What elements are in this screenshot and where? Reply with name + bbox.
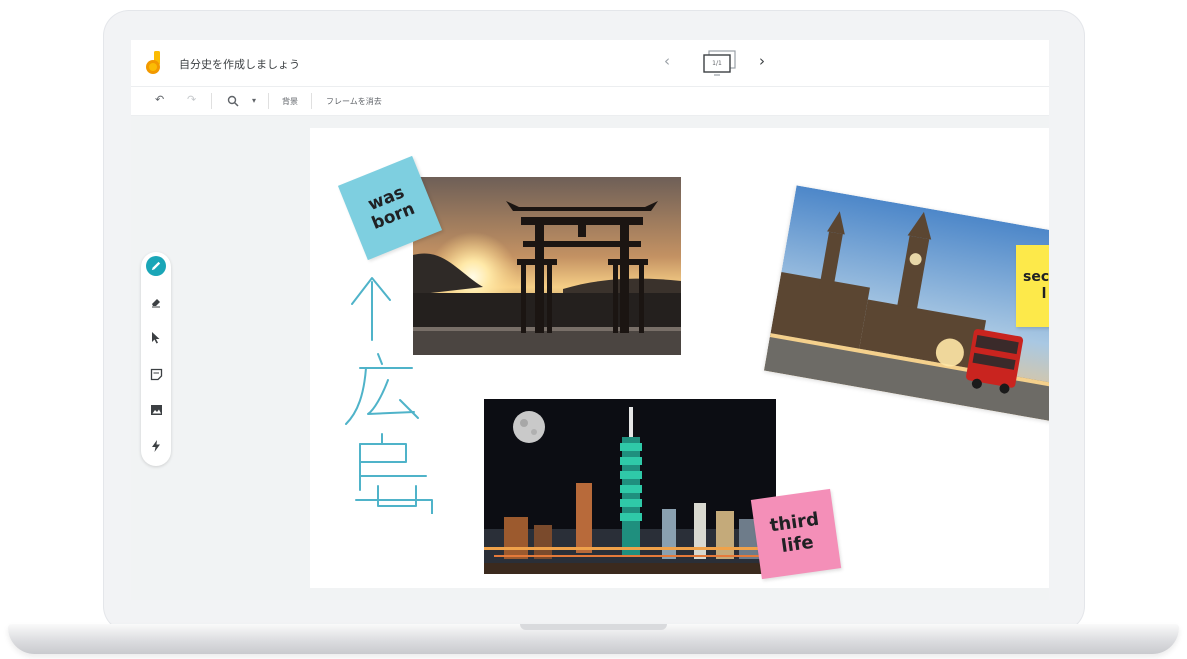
top-bar: 自分史を作成しましょう ‹ 1/1 ›: [131, 40, 1049, 87]
torii-gate-photo[interactable]: [413, 177, 681, 355]
toolbar: ↶ ↷ ▾ 背景 フレームを消去: [131, 87, 1049, 116]
background-button[interactable]: 背景: [282, 96, 298, 107]
jamboard-logo-icon: [146, 51, 160, 74]
sticky-note-text: third: [768, 508, 821, 537]
handwriting-stroke[interactable]: [334, 264, 444, 514]
select-tool-button[interactable]: [146, 328, 166, 348]
taipei-101-photo[interactable]: [484, 399, 776, 574]
toolbar-divider: [268, 93, 269, 109]
frame-counter: 1/1: [712, 60, 722, 67]
tool-rail: [141, 252, 171, 466]
eraser-tool-button[interactable]: [146, 292, 166, 312]
eraser-icon: [152, 299, 160, 308]
toolbar-divider: [311, 93, 312, 109]
previous-frame-button[interactable]: ‹: [664, 52, 670, 70]
laser-tool-button[interactable]: [146, 436, 166, 456]
sticky-note-third-life[interactable]: third life: [750, 488, 842, 580]
app-screen: 自分史を作成しましょう ‹ 1/1 › ↶ ↷ ▾ 背景 フレームを消去 was…: [131, 40, 1049, 600]
london-photo-frame[interactable]: [763, 185, 1049, 423]
sticky-note-icon: [150, 368, 162, 380]
zoom-icon[interactable]: [227, 95, 239, 107]
document-title[interactable]: 自分史を作成しましょう: [179, 56, 300, 72]
cursor-icon: [152, 332, 160, 344]
clear-frame-button[interactable]: フレームを消去: [326, 96, 382, 107]
sticky-note-second-life[interactable]: sec l: [1016, 245, 1049, 327]
sticky-note-text: life: [779, 531, 815, 558]
sticky-note-text: l: [1041, 286, 1047, 302]
zoom-dropdown-icon[interactable]: ▾: [252, 96, 256, 105]
laptop-notch: [520, 624, 667, 630]
toolbar-divider: [211, 93, 212, 109]
laser-icon: [152, 440, 160, 452]
whiteboard-canvas[interactable]: was born sec l third life: [310, 128, 1049, 588]
sticky-note-text: sec: [1023, 269, 1049, 285]
pen-tool-button[interactable]: [146, 256, 166, 276]
pen-icon: [146, 256, 166, 276]
redo-icon[interactable]: ↷: [187, 93, 196, 106]
london-big-ben-photo: [763, 185, 1049, 423]
next-frame-button[interactable]: ›: [759, 52, 765, 70]
image-icon: [150, 405, 162, 415]
sticky-note-tool-button[interactable]: [146, 364, 166, 384]
image-tool-button[interactable]: [146, 400, 166, 420]
undo-icon[interactable]: ↶: [155, 93, 164, 106]
